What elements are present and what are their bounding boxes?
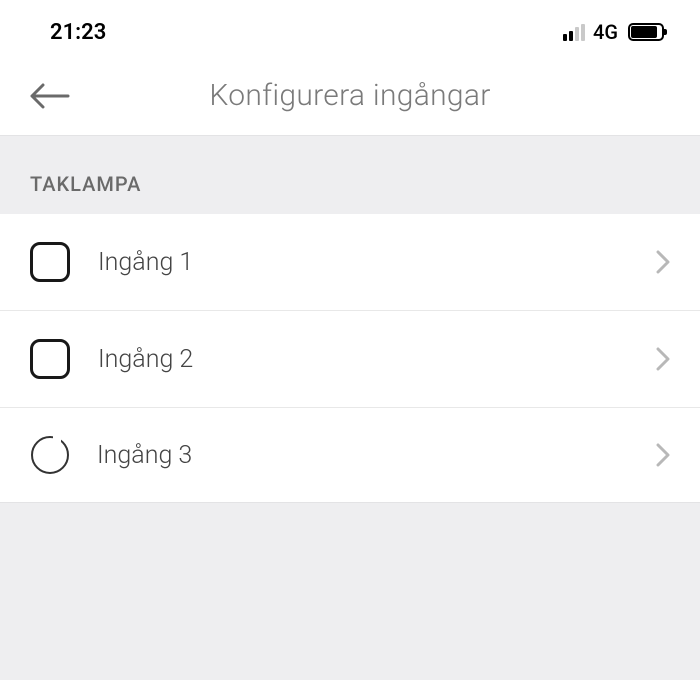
chevron-right-icon <box>656 347 670 371</box>
circle-icon <box>31 436 69 474</box>
back-button[interactable] <box>30 83 70 109</box>
list-item-label: Ingång 1 <box>98 248 628 277</box>
list-item-label: Ingång 3 <box>97 441 628 470</box>
network-type: 4G <box>593 20 618 44</box>
list-item-input-3[interactable]: Ingång 3 <box>0 408 700 502</box>
chevron-right-icon <box>656 250 670 274</box>
inputs-list: Ingång 1 Ingång 2 Ingång 3 <box>0 214 700 502</box>
status-time: 21:23 <box>50 20 106 45</box>
list-item-label: Ingång 2 <box>98 345 628 374</box>
square-icon <box>30 242 70 282</box>
page-title: Konfigurera ingångar <box>30 78 670 113</box>
section-header: TAKLAMPA <box>0 136 700 214</box>
signal-icon <box>563 24 585 41</box>
list-item-input-2[interactable]: Ingång 2 <box>0 311 700 408</box>
battery-icon <box>628 23 664 41</box>
chevron-right-icon <box>656 443 670 467</box>
status-indicators: 4G <box>563 20 664 44</box>
status-bar: 21:23 4G <box>0 0 700 56</box>
nav-header: Konfigurera ingångar <box>0 56 700 136</box>
list-item-input-1[interactable]: Ingång 1 <box>0 214 700 311</box>
empty-area <box>0 502 700 602</box>
square-icon <box>30 339 70 379</box>
back-arrow-icon <box>30 83 70 109</box>
